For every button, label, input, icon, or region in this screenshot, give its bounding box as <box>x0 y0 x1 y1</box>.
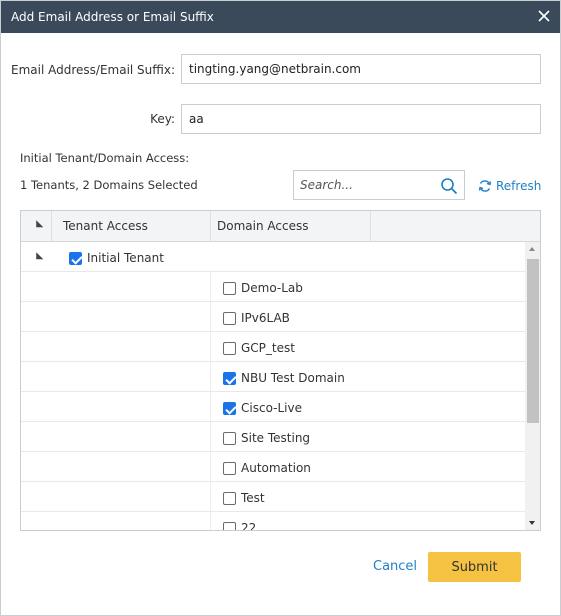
expand-triangle-icon <box>32 220 44 231</box>
domain-checkbox-site-testing[interactable] <box>223 432 236 445</box>
tenant-expand-toggle[interactable] <box>21 242 52 271</box>
domain-label: 22 <box>241 521 257 530</box>
domain-row: 22 <box>21 512 525 530</box>
scroll-down-icon[interactable] <box>529 521 535 525</box>
tenant-checkbox[interactable] <box>69 252 82 265</box>
email-label: Email Address/Email Suffix: <box>11 63 176 77</box>
tenant-row: Initial Tenant <box>21 242 525 272</box>
empty-tenant-cell <box>52 422 211 451</box>
domain-label: Site Testing <box>241 431 311 445</box>
scroll-up-icon[interactable] <box>529 247 535 251</box>
empty-tenant-cell <box>52 362 211 391</box>
domain-checkbox-test[interactable] <box>223 492 236 505</box>
search-box <box>293 170 465 200</box>
close-icon[interactable] <box>536 8 552 24</box>
column-header-tenant[interactable]: Tenant Access <box>52 211 211 241</box>
dialog-title: Add Email Address or Email Suffix <box>11 10 214 24</box>
domain-checkbox-nbu-test-domain[interactable] <box>223 372 236 385</box>
domain-label: Demo-Lab <box>241 281 303 295</box>
grid-header: Tenant Access Domain Access <box>21 211 540 242</box>
domain-label: NBU Test Domain <box>241 371 345 385</box>
submit-button[interactable]: Submit <box>428 552 521 582</box>
domain-row: GCP_test <box>21 332 525 362</box>
empty-tenant-cell <box>52 332 211 361</box>
dialog-titlebar: Add Email Address or Email Suffix <box>1 1 560 33</box>
refresh-icon <box>478 180 492 192</box>
domain-label: Cisco-Live <box>241 401 302 415</box>
add-email-dialog: Add Email Address or Email Suffix Email … <box>0 0 561 616</box>
domain-label: Automation <box>241 461 311 475</box>
domain-row: NBU Test Domain <box>21 362 525 392</box>
tenant-label: Initial Tenant <box>87 251 164 265</box>
column-header-domain[interactable]: Domain Access <box>211 211 371 241</box>
expand-all-toggle[interactable] <box>21 211 52 241</box>
email-input[interactable] <box>181 54 541 84</box>
empty-tenant-cell <box>52 392 211 421</box>
search-input[interactable] <box>294 171 434 199</box>
domain-label: GCP_test <box>241 341 295 355</box>
domain-row: Demo-Lab <box>21 272 525 302</box>
domain-row: Cisco-Live <box>21 392 525 422</box>
domain-row: Site Testing <box>21 422 525 452</box>
scrollbar-thumb[interactable] <box>527 259 539 423</box>
domain-label: Test <box>241 491 265 505</box>
empty-tenant-cell <box>52 452 211 481</box>
key-input[interactable] <box>181 104 541 134</box>
tenant-domain-grid: Tenant Access Domain Access Initial Tena… <box>20 210 541 531</box>
refresh-button[interactable]: Refresh <box>478 178 541 194</box>
empty-tenant-cell <box>52 482 211 511</box>
empty-tenant-cell <box>52 302 211 331</box>
domain-checkbox-automation[interactable] <box>223 462 236 475</box>
domain-checkbox-ipv6lab[interactable] <box>223 312 236 325</box>
expand-triangle-icon <box>32 252 44 263</box>
key-label: Key: <box>150 112 175 126</box>
domain-checkbox-cisco-live[interactable] <box>223 402 236 415</box>
search-icon[interactable] <box>440 177 458 195</box>
domain-checkbox-22[interactable] <box>223 522 236 530</box>
empty-tenant-cell <box>52 272 211 301</box>
domain-row: Automation <box>21 452 525 482</box>
access-label: Initial Tenant/Domain Access: <box>20 151 190 165</box>
domain-row: IPv6LAB <box>21 302 525 332</box>
grid-scrollbar[interactable] <box>525 242 540 530</box>
empty-tenant-cell <box>52 512 211 530</box>
domain-label: IPv6LAB <box>241 311 290 325</box>
domain-checkbox-demo-lab[interactable] <box>223 282 236 295</box>
refresh-label: Refresh <box>496 179 542 193</box>
domain-checkbox-gcp-test[interactable] <box>223 342 236 355</box>
selection-summary: 1 Tenants, 2 Domains Selected <box>20 178 198 192</box>
cancel-button[interactable]: Cancel <box>373 559 417 574</box>
grid-body: Initial Tenant Demo-Lab IPv6LAB GCP_test <box>21 242 525 530</box>
domain-row: Test <box>21 482 525 512</box>
